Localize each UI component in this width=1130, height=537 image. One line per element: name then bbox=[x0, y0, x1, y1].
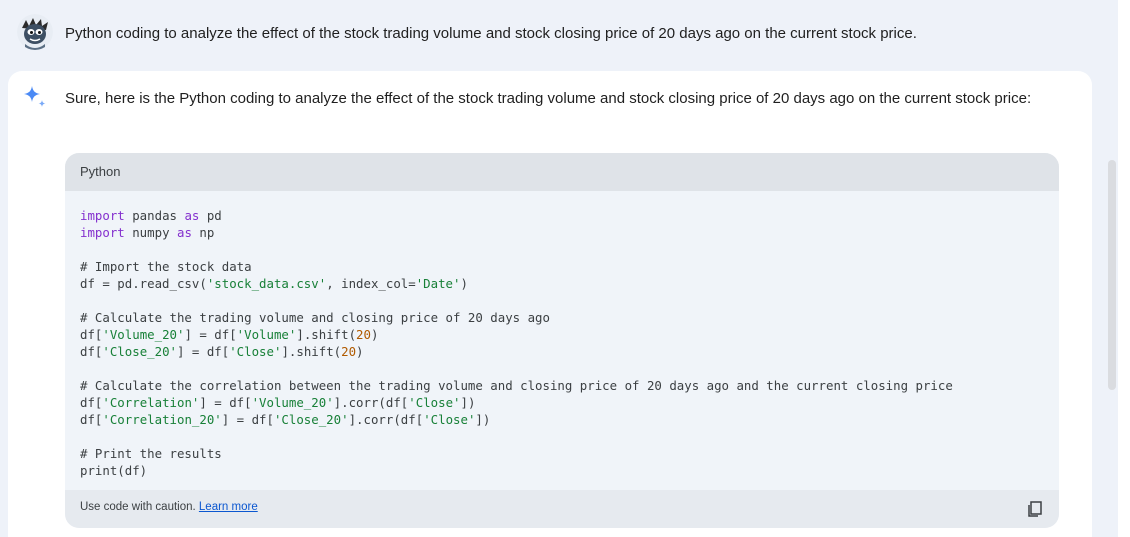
copy-code-button[interactable] bbox=[1025, 499, 1045, 519]
gemini-sparkle-icon bbox=[22, 84, 48, 110]
code-line: ​ bbox=[80, 360, 953, 377]
user-prompt-text: Python coding to analyze the effect of t… bbox=[65, 25, 917, 42]
code-line: print(df) bbox=[80, 463, 148, 478]
code-line: df['Correlation_20'] = df['Close_20'].co… bbox=[80, 412, 491, 427]
code-line: import pandas as pd bbox=[80, 208, 222, 223]
code-line: ​ bbox=[80, 292, 953, 309]
user-prompt-row: Python coding to analyze the effect of t… bbox=[0, 0, 1092, 70]
code-line: # Import the stock data bbox=[80, 259, 252, 274]
learn-more-link[interactable]: Learn more bbox=[199, 501, 258, 513]
code-caution-note: Use code with caution. Learn more bbox=[80, 501, 258, 513]
code-block-header: Python bbox=[65, 153, 1059, 191]
code-block-footer: Use code with caution. Learn more bbox=[65, 490, 1059, 528]
code-line: df['Correlation'] = df['Volume_20'].corr… bbox=[80, 395, 476, 410]
user-avatar-icon[interactable] bbox=[17, 14, 53, 50]
code-line: ​ bbox=[80, 428, 953, 445]
copy-icon bbox=[1028, 501, 1042, 517]
code-language-label: Python bbox=[80, 164, 121, 179]
code-line: # Calculate the correlation between the … bbox=[80, 378, 953, 393]
code-line: # Print the results bbox=[80, 446, 222, 461]
code-line: import numpy as np bbox=[80, 225, 215, 240]
caution-text: Use code with caution. bbox=[80, 501, 196, 513]
code-block: Python import pandas as pd import numpy a… bbox=[65, 153, 1059, 528]
code-line: df['Close_20'] = df['Close'].shift(20) bbox=[80, 344, 364, 359]
code-line: df = pd.read_csv('stock_data.csv', index… bbox=[80, 276, 468, 291]
code-line: ​ bbox=[80, 241, 953, 258]
scrollbar-thumb[interactable] bbox=[1108, 160, 1116, 390]
response-intro-text: Sure, here is the Python coding to analy… bbox=[65, 90, 1032, 107]
code-content[interactable]: import pandas as pdimport numpy as np​# … bbox=[80, 207, 953, 479]
code-line: # Calculate the trading volume and closi… bbox=[80, 310, 550, 325]
code-line: df['Volume_20'] = df['Volume'].shift(20) bbox=[80, 327, 379, 342]
